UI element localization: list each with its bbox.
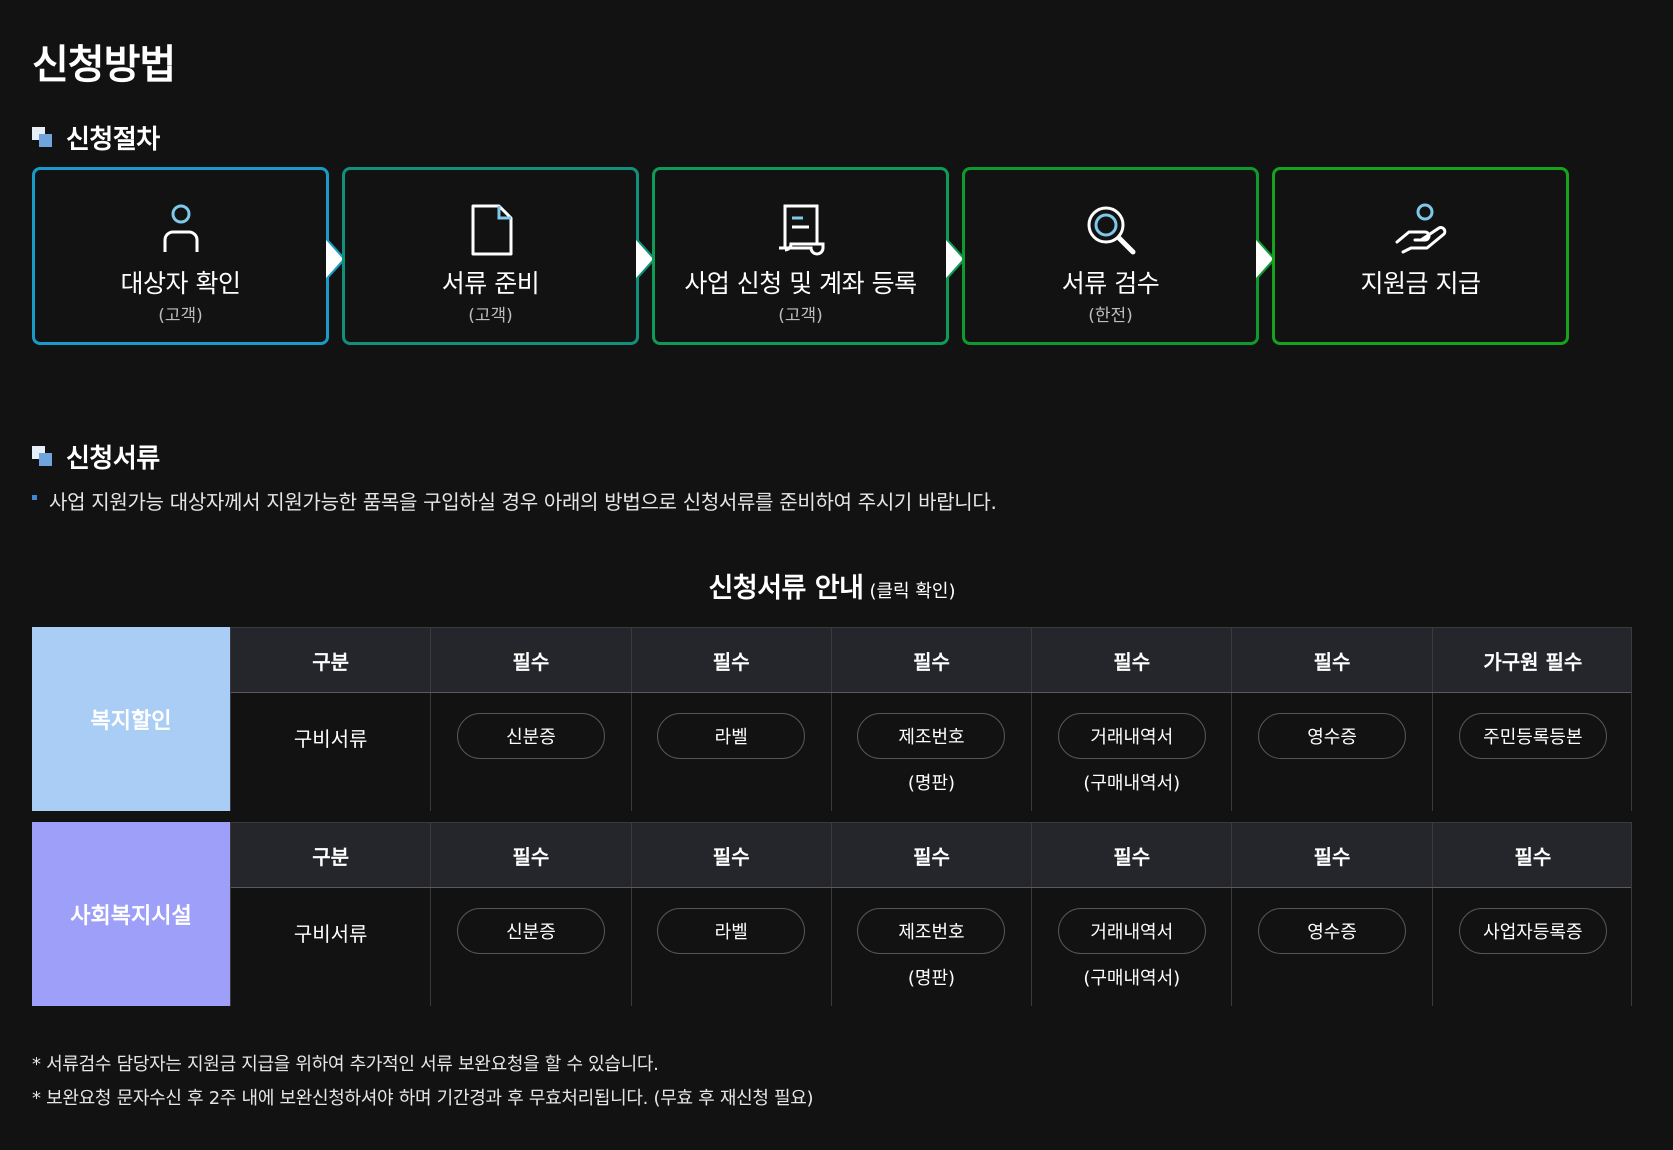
- section-bullet-icon: [32, 445, 54, 468]
- doc-button[interactable]: 거래내역서: [1057, 713, 1206, 759]
- table-header-cell: 필수: [832, 628, 1033, 692]
- documents-table: 구분 필수 필수 필수 필수 필수 가구원 필수 구비서류 신분증 라벨 제조번호 (명판) 거래내역서…: [230, 627, 1632, 811]
- doc-button[interactable]: 주민등록등본: [1458, 713, 1607, 759]
- doc-subtext: (구매내역서): [1083, 773, 1181, 794]
- category-label: 사회복지시설: [32, 822, 230, 1006]
- table-header-cell: 필수: [431, 628, 632, 692]
- table-header-row: 구분 필수 필수 필수 필수 필수 필수: [231, 823, 1631, 888]
- doc-button[interactable]: 제조번호: [857, 908, 1006, 954]
- table-title-text: 신청서류 안내: [708, 573, 864, 604]
- table-row: 구비서류 신분증 라벨 제조번호 (명판) 거래내역서 (구매내역서) 영수증 사업자등록증: [231, 888, 1631, 1006]
- doc-button[interactable]: 영수증: [1258, 908, 1407, 954]
- table-header-cell: 필수: [1032, 823, 1233, 887]
- step-4: 서류 검수 (한전): [962, 167, 1259, 345]
- step-arrow-inner: [636, 240, 653, 278]
- note-2: * 보완요청 문자수신 후 2주 내에 보완신청하셔야 하며 기간경과 후 무효…: [32, 1088, 814, 1109]
- magnifier-icon: [1081, 200, 1141, 260]
- step-arrow-inner: [326, 240, 343, 278]
- step-actor: (고객): [158, 306, 203, 326]
- documents-block-2: 사회복지시설 구분 필수 필수 필수 필수 필수 필수 구비서류 신분증 라벨 제조번호 (명판) 거래내…: [32, 822, 1632, 1006]
- step-actor: (고객): [778, 306, 823, 326]
- documents-block-1: 복지할인 구분 필수 필수 필수 필수 필수 가구원 필수 구비서류 신분증 라벨 제조번호 (명판) 거…: [32, 627, 1632, 811]
- documents-description: 사업 지원가능 대상자께서 지원가능한 품목을 구입하실 경우 아래의 방법으로…: [32, 486, 997, 515]
- doc-cell: 제조번호 (명판): [832, 693, 1033, 811]
- step-5: 지원금 지급: [1272, 167, 1569, 345]
- table-header-row: 구분 필수 필수 필수 필수 필수 가구원 필수: [231, 628, 1631, 693]
- page-title: 신청방법: [32, 42, 176, 88]
- hand-money-icon: [1391, 200, 1451, 260]
- section-bullet-icon: [32, 126, 54, 149]
- procedure-heading: 신청절차: [32, 119, 160, 156]
- category-label: 복지할인: [32, 627, 230, 811]
- doc-button[interactable]: 사업자등록증: [1458, 908, 1607, 954]
- table-header-cell: 필수: [832, 823, 1033, 887]
- doc-cell: 라벨: [632, 888, 832, 1006]
- documents-table: 구분 필수 필수 필수 필수 필수 필수 구비서류 신분증 라벨 제조번호 (명판) 거래내역서 (구매내…: [230, 822, 1632, 1006]
- doc-subtext: (구매내역서): [1083, 968, 1181, 989]
- doc-button[interactable]: 신분증: [456, 713, 605, 759]
- doc-cell: 사업자등록증: [1433, 888, 1633, 1006]
- step-name: 서류 검수: [1061, 269, 1160, 298]
- table-title: 신청서류 안내 (클릭 확인): [32, 566, 1632, 605]
- doc-button[interactable]: 영수증: [1258, 713, 1407, 759]
- step-name: 사업 신청 및 계좌 등록: [684, 269, 917, 298]
- doc-button[interactable]: 신분증: [456, 908, 605, 954]
- doc-cell: 제조번호 (명판): [832, 888, 1033, 1006]
- step-name: 대상자 확인: [120, 269, 241, 298]
- table-header-cell: 필수: [1032, 628, 1233, 692]
- document-icon: [461, 200, 521, 260]
- row-label: 구비서류: [293, 727, 368, 751]
- doc-cell: 라벨: [632, 693, 832, 811]
- doc-button[interactable]: 거래내역서: [1057, 908, 1206, 954]
- step-actor: (한전): [1088, 306, 1133, 326]
- doc-button[interactable]: 라벨: [657, 713, 806, 759]
- table-header-cell: 구분: [231, 823, 432, 887]
- documents-description-text: 사업 지원가능 대상자께서 지원가능한 품목을 구입하실 경우 아래의 방법으로…: [49, 490, 997, 514]
- step-actor: (고객): [468, 306, 513, 326]
- step-1: 대상자 확인 (고객): [32, 167, 329, 345]
- doc-cell: 신분증: [431, 693, 632, 811]
- table-header-cell: 필수: [1232, 628, 1433, 692]
- row-label: 구비서류: [293, 922, 368, 946]
- table-header-cell: 필수: [1514, 844, 1552, 869]
- doc-subtext: (명판): [907, 773, 956, 794]
- doc-cell: 거래내역서 (구매내역서): [1032, 693, 1233, 811]
- row-label-cell: 구비서류: [231, 888, 432, 1006]
- documents-heading-label: 신청서류: [66, 444, 160, 474]
- doc-cell: 거래내역서 (구매내역서): [1032, 888, 1233, 1006]
- table-row: 구비서류 신분증 라벨 제조번호 (명판) 거래내역서 (구매내역서) 영수증 주민등록등본: [231, 693, 1631, 811]
- step-arrow-inner: [1256, 240, 1273, 278]
- table-header-cell: 필수: [632, 823, 832, 887]
- form-icon: [771, 200, 831, 260]
- row-label-cell: 구비서류: [231, 693, 432, 811]
- procedure-steps: 대상자 확인 (고객) 서류 준비 (고객) 사업 신청 및 계좌 등록 (고객) 서류 검…: [32, 167, 1632, 351]
- step-3: 사업 신청 및 계좌 등록 (고객): [652, 167, 949, 345]
- person-icon: [151, 200, 211, 260]
- bullet-icon: [32, 495, 37, 500]
- table-header-cell: 가구원 필수: [1483, 649, 1583, 674]
- table-header-cell: 구분: [231, 628, 432, 692]
- documents-heading: 신청서류: [32, 438, 160, 475]
- table-title-note: (클릭 확인): [869, 581, 956, 602]
- doc-cell: 신분증: [431, 888, 632, 1006]
- procedure-heading-label: 신청절차: [66, 125, 160, 155]
- doc-cell: 영수증: [1232, 888, 1433, 1006]
- table-header-cell: 필수: [632, 628, 832, 692]
- doc-button[interactable]: 라벨: [657, 908, 806, 954]
- table-header-cell: 필수: [1232, 823, 1433, 887]
- note-1: * 서류검수 담당자는 지원금 지급을 위하여 추가적인 서류 보완요청을 할 …: [32, 1054, 659, 1075]
- doc-cell: 영수증: [1232, 693, 1433, 811]
- step-name: 서류 준비: [441, 269, 540, 298]
- doc-button[interactable]: 제조번호: [857, 713, 1006, 759]
- step-name: 지원금 지급: [1360, 269, 1481, 298]
- doc-subtext: (명판): [907, 968, 956, 989]
- doc-cell: 주민등록등본: [1433, 693, 1633, 811]
- table-header-cell: 필수: [431, 823, 632, 887]
- step-2: 서류 준비 (고객): [342, 167, 639, 345]
- step-arrow-inner: [946, 240, 963, 278]
